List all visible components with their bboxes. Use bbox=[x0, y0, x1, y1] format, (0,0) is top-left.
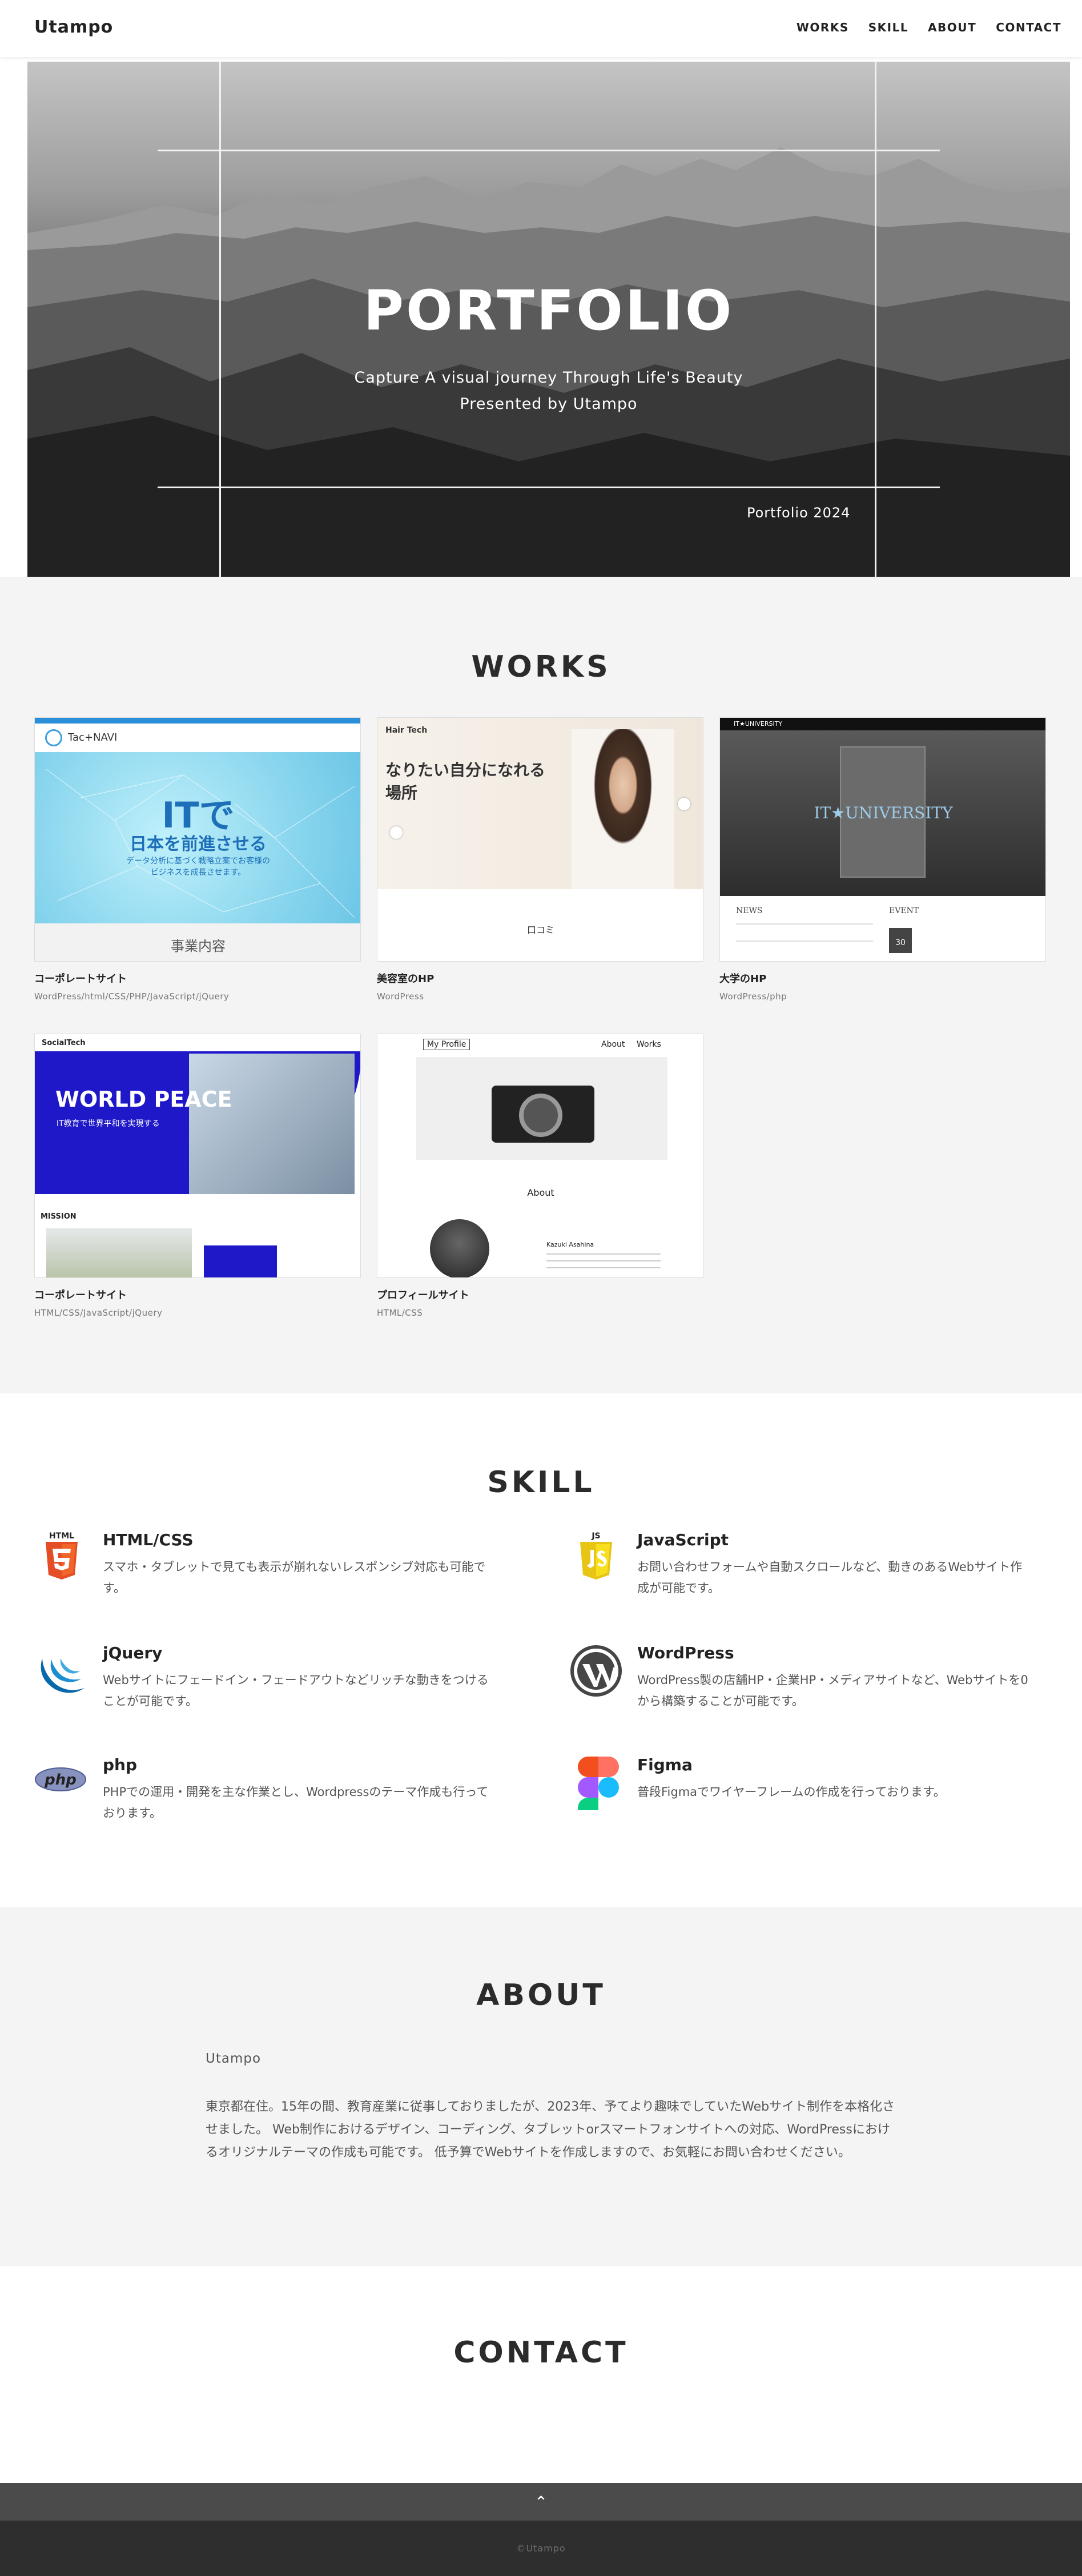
html5-icon: HTML bbox=[46, 1532, 78, 1580]
work-title: 大学のHP bbox=[719, 973, 767, 985]
work-card[interactable]: IT★UNIVERSITY IT★UNIVERSITY NEWS EVENT 3… bbox=[719, 717, 1046, 1002]
figma-icon bbox=[578, 1757, 619, 1810]
thumb-avatar bbox=[430, 1219, 489, 1277]
skill-desc: スマホ・タブレットで見ても表示が崩れないレスポンシブ対応も可能です。 bbox=[103, 1560, 486, 1595]
hero-subtitle: Capture A visual journey Through Life's … bbox=[354, 369, 743, 387]
javascript-icon: JS bbox=[580, 1532, 612, 1580]
skill-name: JavaScript bbox=[637, 1530, 729, 1549]
work-card[interactable]: My Profile About Works About Kazuki Asah… bbox=[377, 1034, 703, 1318]
svg-text:php: php bbox=[44, 1771, 77, 1789]
thumb-news: NEWS bbox=[736, 906, 763, 915]
works-title: WORKS bbox=[471, 650, 611, 684]
thumb-headline: IT★UNIVERSITY bbox=[814, 803, 953, 822]
svg-text:JS: JS bbox=[591, 1532, 600, 1541]
main-nav: WORKS SKILL ABOUT CONTACT bbox=[797, 21, 1061, 34]
skill-section: SKILL HTML HTML/CSS スマホ・タブレットで見ても表示が崩れない… bbox=[0, 1393, 1082, 1907]
skill-name: Figma bbox=[637, 1755, 693, 1774]
skill-desc: Webサイトにフェードイン・フェードアウトなどリッチな動きをつけることが可能です… bbox=[103, 1673, 489, 1708]
contact-title: CONTACT bbox=[453, 2336, 629, 2370]
skill-desc: PHPでの運用・開発を主な作業とし、Wordpressのテーマ作成も行っておりま… bbox=[103, 1785, 489, 1820]
about-section: ABOUT Utampo 東京都在住。15年の間、教育産業に従事しておりましたが… bbox=[0, 1907, 1082, 2266]
wordpress-icon bbox=[570, 1645, 622, 1697]
work-tags: WordPress bbox=[377, 991, 424, 1002]
work-title: 美容室のHP bbox=[377, 973, 435, 985]
skill-title: SKILL bbox=[487, 1465, 595, 1500]
thumb-event: EVENT bbox=[889, 906, 919, 915]
work-title: コーポレートサイト bbox=[34, 1289, 127, 1301]
works-section: WORKS Tac+NAVI ITで 日本を前進させる データ分析に基づく戦略立… bbox=[0, 577, 1082, 1393]
skill-desc: お問い合わせフォームや自動スクロールなど、動きのあるWebサイト作成が可能です。 bbox=[637, 1560, 1023, 1595]
thumb-nav-works: Works bbox=[637, 1040, 661, 1049]
skill-name: jQuery bbox=[103, 1643, 163, 1662]
thumb-section: MISSION bbox=[41, 1212, 77, 1221]
thumb-section: About bbox=[527, 1187, 554, 1198]
thumb-model-photo bbox=[572, 729, 674, 889]
work-card[interactable]: Tac+NAVI ITで 日本を前進させる データ分析に基づく戦略立案でお客様の… bbox=[34, 717, 361, 1002]
about-name: Utampo bbox=[206, 2051, 262, 2066]
work-card[interactable]: SocialTech WORLD PEACE IT教育で世界平和を実現する MI… bbox=[34, 1034, 361, 1318]
work-tags: WordPress/php bbox=[719, 991, 787, 1002]
work-card[interactable]: Hair Tech なりたい自分になれる 場所 口コミ 美容室のHP WordP… bbox=[377, 717, 703, 1002]
thumb-line2: IT教育で世界平和を実現する bbox=[57, 1119, 160, 1128]
work-title: コーポレートサイト bbox=[34, 973, 127, 985]
thumb-logo: SocialTech bbox=[42, 1039, 86, 1047]
work-thumbnail[interactable]: Hair Tech なりたい自分になれる 場所 口コミ bbox=[377, 717, 703, 962]
work-thumbnail[interactable]: My Profile About Works About Kazuki Asah… bbox=[377, 1034, 703, 1278]
hero-title: PORTFOLIO bbox=[363, 279, 734, 343]
skill-desc: WordPress製の店舗HP・企業HP・メディアサイトなど、Webサイトを0か… bbox=[637, 1673, 1028, 1708]
thumb-logo: My Profile bbox=[423, 1039, 470, 1050]
thumb-logo: IT★UNIVERSITY bbox=[734, 720, 783, 728]
nav-skill[interactable]: SKILL bbox=[868, 21, 908, 34]
thumb-logo: Hair Tech bbox=[385, 726, 428, 735]
thumb-team-photo bbox=[189, 1054, 355, 1194]
php-icon: php bbox=[35, 1767, 86, 1791]
hero-year-label: Portfolio 2024 bbox=[747, 505, 851, 521]
skill-name: HTML/CSS bbox=[103, 1530, 194, 1549]
contact-section: CONTACT bbox=[0, 2266, 1082, 2483]
thumb-line2: 日本を前進させる bbox=[130, 834, 267, 854]
frame-line-bottom bbox=[158, 487, 940, 488]
skill-name: WordPress bbox=[637, 1643, 734, 1662]
about-text: 東京都在住。15年の間、教育産業に従事しておりましたが、2023年、予てより趣味… bbox=[206, 2100, 895, 2160]
about-title: ABOUT bbox=[476, 1978, 606, 2012]
site-header: Utampo WORKS SKILL ABOUT CONTACT bbox=[0, 0, 1082, 57]
thumb-line3: データ分析に基づく戦略立案でお客様の bbox=[126, 857, 270, 866]
skill-name: php bbox=[103, 1755, 138, 1774]
chevron-up-icon: ⌃ bbox=[534, 2492, 548, 2511]
hero-banner: PORTFOLIO Capture A visual journey Throu… bbox=[27, 62, 1070, 577]
copyright-text: ©Utampo bbox=[516, 2543, 566, 2554]
skill-desc: 普段Figmaでワイヤーフレームの作成を行っております。 bbox=[637, 1785, 946, 1799]
work-tags: HTML/CSS bbox=[377, 1308, 423, 1318]
thumb-nav-about: About bbox=[601, 1040, 625, 1049]
thumb-section: 事業内容 bbox=[171, 938, 226, 954]
work-thumbnail[interactable]: Tac+NAVI ITで 日本を前進させる データ分析に基づく戦略立案でお客様の… bbox=[34, 717, 361, 962]
thumb-person: Kazuki Asahina bbox=[546, 1241, 594, 1248]
site-footer: ©Utampo bbox=[0, 2521, 1082, 2576]
thumb-date: 30 bbox=[889, 928, 912, 953]
work-tags: WordPress/html/CSS/PHP/JavaScript/jQuery bbox=[34, 991, 230, 1002]
work-thumbnail[interactable]: IT★UNIVERSITY IT★UNIVERSITY NEWS EVENT 3… bbox=[719, 717, 1046, 962]
work-thumbnail[interactable]: SocialTech WORLD PEACE IT教育で世界平和を実現する MI… bbox=[34, 1034, 361, 1278]
nav-contact[interactable]: CONTACT bbox=[996, 21, 1061, 34]
back-to-top-button[interactable]: ⌃ bbox=[0, 2483, 1082, 2521]
thumb-section: 口コミ bbox=[526, 925, 554, 935]
thumb-headline: なりたい自分になれる bbox=[385, 761, 546, 779]
hero-presented-by: Presented by Utampo bbox=[460, 395, 638, 413]
nav-about[interactable]: ABOUT bbox=[928, 21, 976, 34]
svg-text:HTML: HTML bbox=[49, 1532, 74, 1541]
site-logo[interactable]: Utampo bbox=[34, 17, 113, 37]
nav-works[interactable]: WORKS bbox=[797, 21, 849, 34]
thumb-logo: Tac+NAVI bbox=[68, 732, 118, 744]
thumb-line4: ビジネスを成長させます。 bbox=[150, 868, 246, 877]
frame-line-top bbox=[158, 150, 940, 151]
work-title: プロフィールサイト bbox=[377, 1289, 469, 1301]
thumb-headline: WORLD PEACE bbox=[55, 1087, 232, 1112]
thumb-line2: 場所 bbox=[385, 783, 418, 802]
work-tags: HTML/CSS/JavaScript/jQuery bbox=[34, 1308, 163, 1318]
jquery-icon bbox=[41, 1658, 85, 1693]
